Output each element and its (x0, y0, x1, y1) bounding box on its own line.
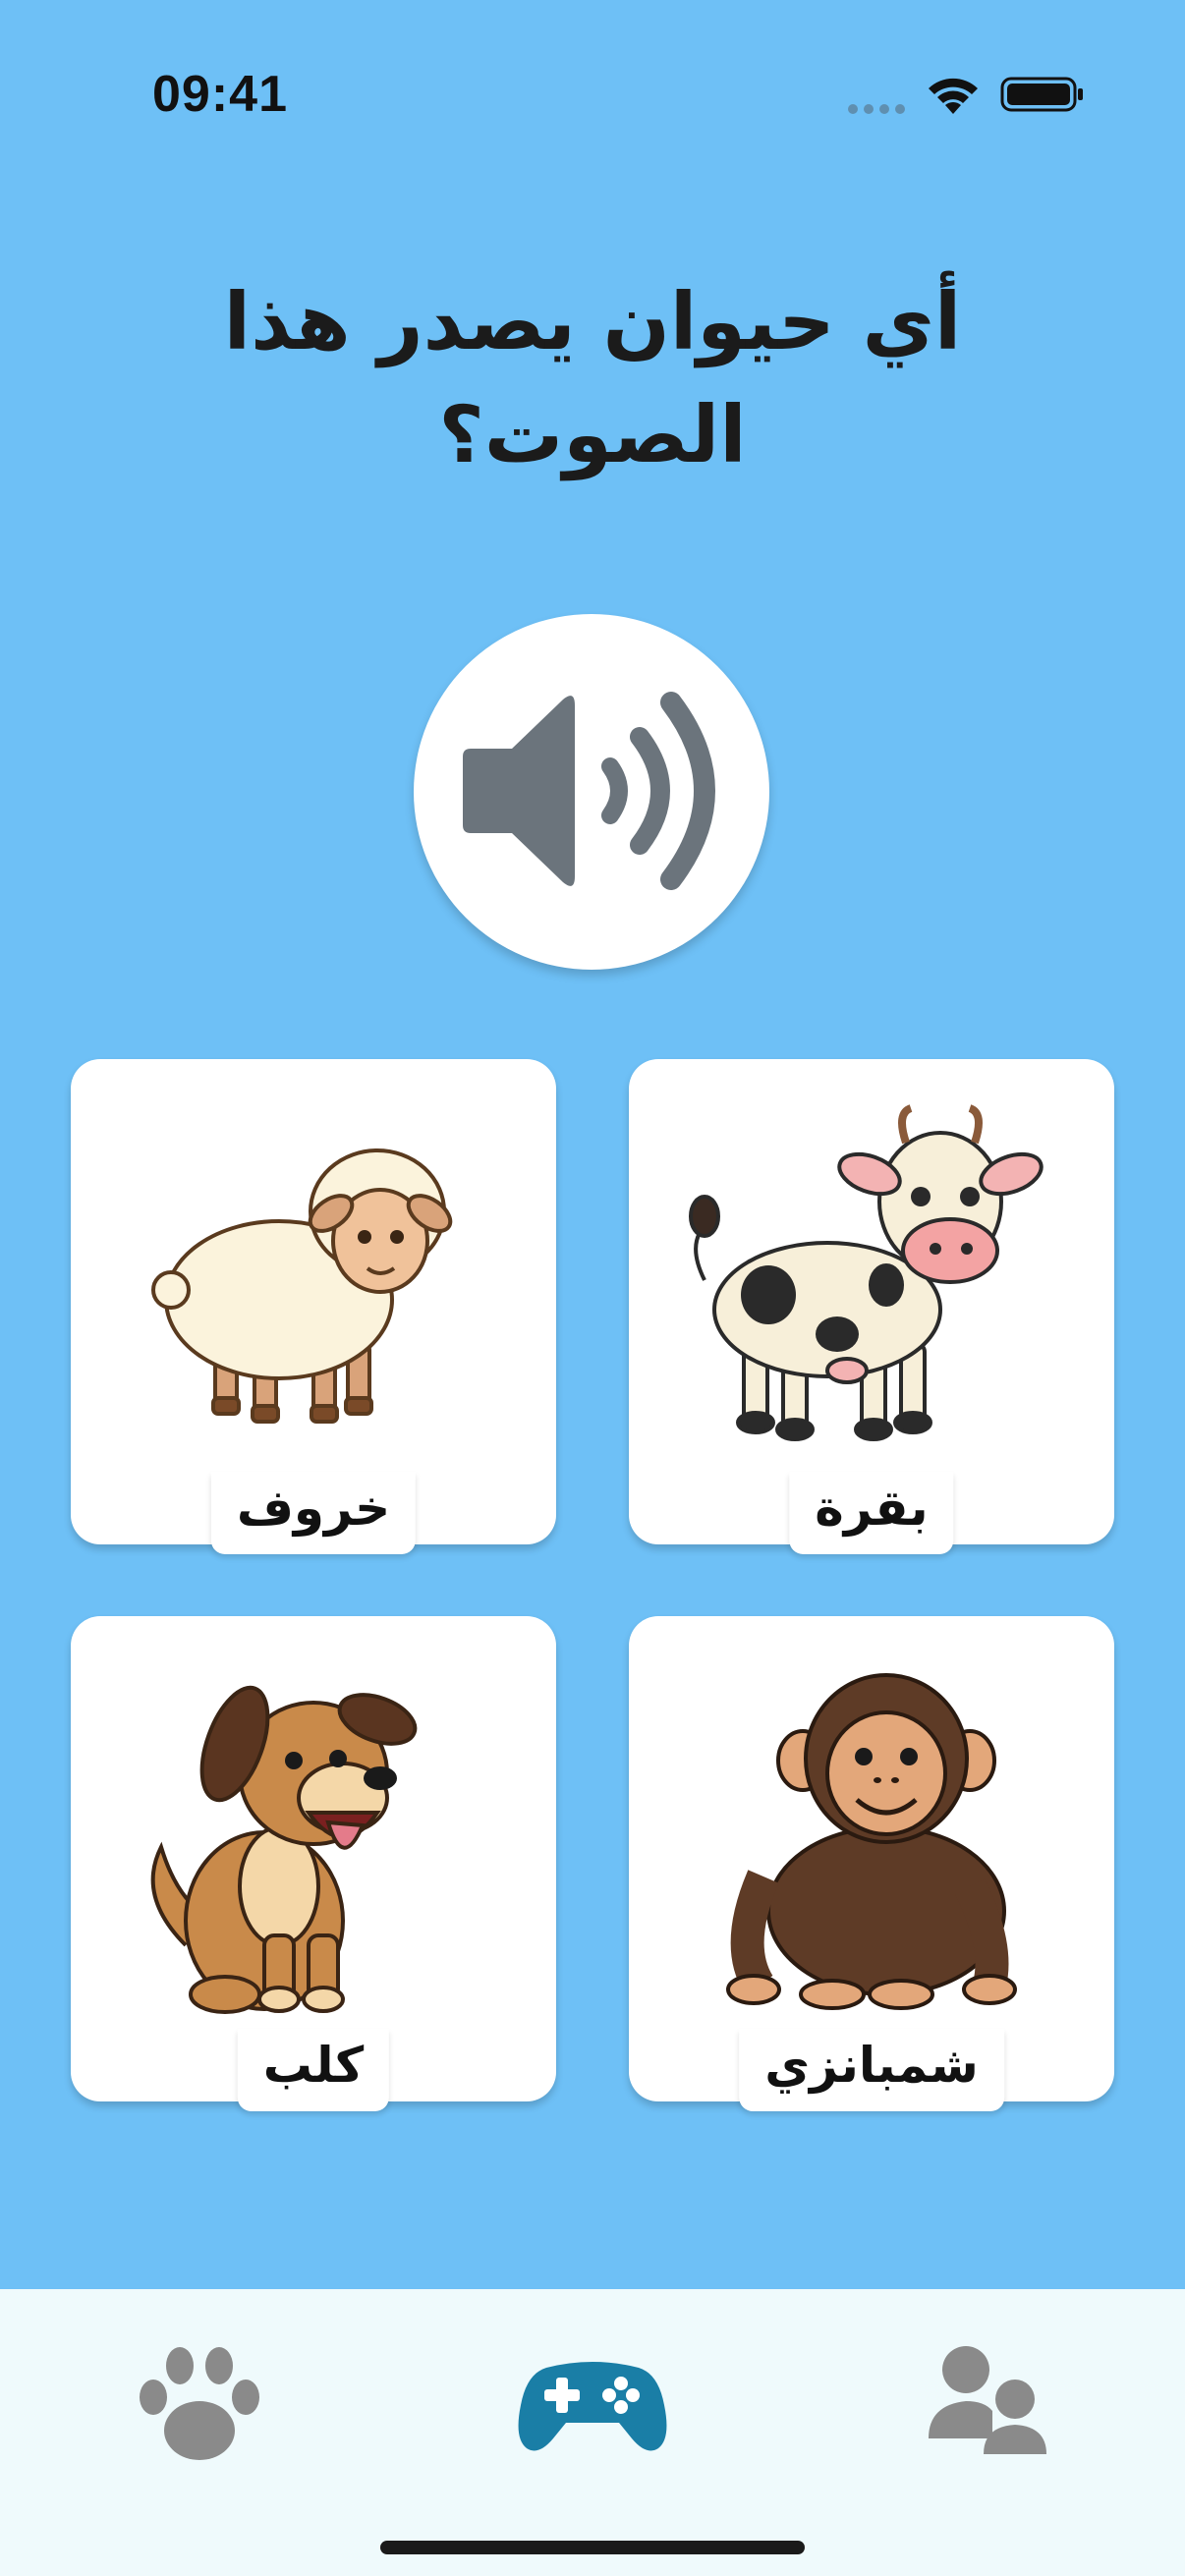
answer-card-sheep[interactable]: خروف (71, 1059, 556, 1554)
paw-icon (140, 2347, 259, 2460)
answer-label-box: خروف (210, 1472, 417, 1554)
answer-label-box: بقرة (789, 1472, 954, 1554)
status-bar: 09:41 (0, 0, 1185, 187)
gamepad-icon (518, 2362, 667, 2451)
answer-label: كلب (262, 2037, 365, 2094)
sheep-illustration (151, 1148, 453, 1424)
cellular-dots-icon (848, 104, 905, 114)
tab-bar (0, 2289, 1185, 2576)
question-title: أي حيوان يصدر هذا الصوت؟ (223, 276, 962, 480)
answer-label: خروف (236, 1480, 391, 1537)
home-indicator (380, 2541, 805, 2554)
answer-label-box: كلب (237, 2029, 390, 2111)
wifi-icon (929, 78, 978, 114)
answer-label: بقرة (815, 1480, 929, 1537)
answer-card-chimpanzee[interactable]: شمبانزي (629, 1616, 1114, 2111)
chimpanzee-illustration (726, 1673, 1017, 2010)
battery-icon (1000, 77, 1083, 112)
answer-card-cow[interactable]: بقرة (629, 1059, 1114, 1554)
cow-illustration (689, 1104, 1044, 1441)
status-time: 09:41 (152, 66, 288, 123)
dog-illustration (150, 1685, 418, 2014)
tab-profile[interactable] (902, 2328, 1069, 2476)
tab-animals[interactable] (116, 2328, 283, 2476)
play-sound-button[interactable] (414, 614, 769, 970)
tab-games[interactable] (509, 2328, 676, 2476)
answer-label: شمبانزي (764, 2037, 979, 2094)
users-icon (929, 2346, 1046, 2454)
answer-card-dog[interactable]: كلب (71, 1616, 556, 2111)
speaker-volume-icon (463, 692, 715, 890)
answer-label-box: شمبانزي (739, 2029, 1004, 2111)
